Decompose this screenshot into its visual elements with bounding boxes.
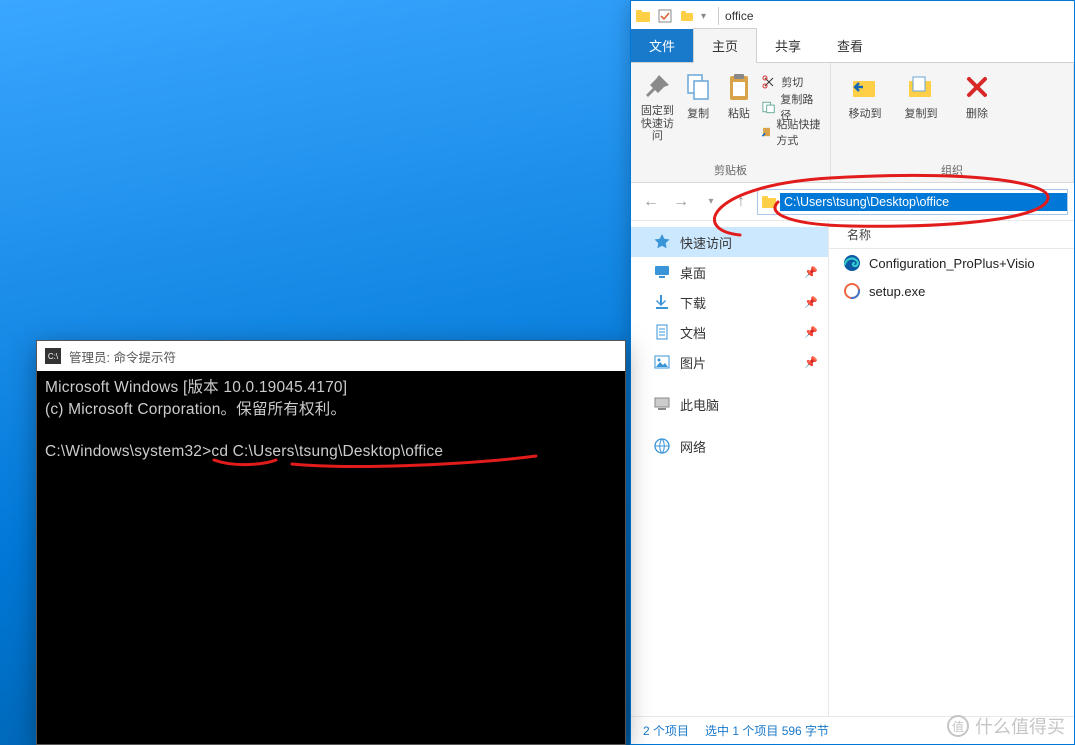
address-text[interactable]: C:\Users\tsung\Desktop\office bbox=[780, 193, 1067, 211]
recent-locations-button[interactable]: ▾ bbox=[697, 189, 725, 215]
copy-button[interactable]: 复制 bbox=[680, 67, 717, 121]
cut-button[interactable]: 剪切 bbox=[761, 71, 822, 93]
copy-to-icon bbox=[905, 71, 937, 103]
cmd-titlebar[interactable]: C:\ 管理员: 命令提示符 bbox=[37, 341, 625, 371]
office-icon bbox=[843, 282, 861, 300]
qat-dropdown-icon[interactable]: ▾ bbox=[701, 11, 706, 22]
cmd-title: 管理员: 命令提示符 bbox=[69, 347, 176, 366]
nav-network[interactable]: 网络 bbox=[631, 431, 828, 461]
pin-icon: 📌 bbox=[804, 356, 818, 369]
copy-path-icon bbox=[761, 99, 776, 115]
ribbon: 固定到 快速访问 复制 粘贴 剪切 复制路径 粘贴快捷方式 剪贴板 bbox=[631, 63, 1074, 183]
watermark-icon: 值 bbox=[947, 715, 969, 737]
network-icon bbox=[653, 437, 671, 455]
file-name: setup.exe bbox=[869, 284, 925, 299]
desktop-icon bbox=[653, 263, 671, 281]
tab-home[interactable]: 主页 bbox=[693, 28, 757, 63]
pc-icon bbox=[653, 395, 671, 413]
explorer-titlebar[interactable]: ▾ office bbox=[631, 1, 1074, 31]
forward-button[interactable]: → bbox=[667, 189, 695, 215]
pin-icon: 📌 bbox=[804, 296, 818, 309]
pin-to-quick-access-button[interactable]: 固定到 快速访问 bbox=[639, 67, 676, 143]
delete-button[interactable]: 删除 bbox=[951, 67, 1003, 121]
clipboard-group-label: 剪贴板 bbox=[639, 160, 822, 180]
folder-icon bbox=[758, 191, 780, 213]
delete-icon bbox=[961, 71, 993, 103]
copy-path-button[interactable]: 复制路径 bbox=[761, 96, 822, 118]
ribbon-tabs: 文件 主页 共享 查看 bbox=[631, 31, 1074, 63]
tab-file[interactable]: 文件 bbox=[631, 29, 693, 62]
nav-downloads[interactable]: 下载📌 bbox=[631, 287, 828, 317]
command-prompt-window: C:\ 管理员: 命令提示符 Microsoft Windows [版本 10.… bbox=[36, 340, 626, 745]
selection-info: 选中 1 个项目 596 字节 bbox=[705, 722, 829, 739]
move-to-button[interactable]: 移动到 bbox=[839, 67, 891, 121]
file-list-pane: 名称 Configuration_ProPlus+Visio setup.exe bbox=[829, 221, 1074, 716]
star-icon bbox=[653, 233, 671, 251]
address-bar[interactable]: C:\Users\tsung\Desktop\office bbox=[757, 189, 1068, 215]
nav-this-pc[interactable]: 此电脑 bbox=[631, 389, 828, 419]
cmd-icon: C:\ bbox=[45, 348, 61, 364]
up-button[interactable]: ↑ bbox=[727, 189, 755, 215]
nav-documents[interactable]: 文档📌 bbox=[631, 317, 828, 347]
pictures-icon bbox=[653, 353, 671, 371]
file-name: Configuration_ProPlus+Visio bbox=[869, 256, 1035, 271]
nav-quick-access[interactable]: 快速访问 bbox=[631, 227, 828, 257]
file-row[interactable]: setup.exe bbox=[829, 277, 1074, 305]
file-explorer-window: ▾ office 文件 主页 共享 查看 固定到 快速访问 复制 粘贴 bbox=[630, 0, 1075, 745]
file-row[interactable]: Configuration_ProPlus+Visio bbox=[829, 249, 1074, 277]
cmd-output[interactable]: Microsoft Windows [版本 10.0.19045.4170] (… bbox=[37, 371, 625, 469]
organize-group-label: 组织 bbox=[839, 160, 1065, 180]
download-icon bbox=[653, 293, 671, 311]
copy-to-button[interactable]: 复制到 bbox=[895, 67, 947, 121]
paste-button[interactable]: 粘贴 bbox=[721, 67, 758, 121]
edge-icon bbox=[843, 254, 861, 272]
folder-icon bbox=[635, 8, 651, 24]
documents-icon bbox=[653, 323, 671, 341]
nav-pictures[interactable]: 图片📌 bbox=[631, 347, 828, 377]
navigation-pane: 快速访问 桌面📌 下载📌 文档📌 图片📌 此电脑 bbox=[631, 221, 829, 716]
pin-icon: 📌 bbox=[804, 266, 818, 279]
tab-view[interactable]: 查看 bbox=[819, 29, 881, 62]
scissors-icon bbox=[761, 74, 777, 90]
window-title: office bbox=[725, 9, 753, 23]
navigation-bar: ← → ▾ ↑ C:\Users\tsung\Desktop\office bbox=[631, 183, 1074, 221]
back-button[interactable]: ← bbox=[637, 189, 665, 215]
item-count: 2 个项目 bbox=[643, 722, 689, 739]
copy-icon bbox=[682, 71, 714, 103]
paste-shortcut-button[interactable]: 粘贴快捷方式 bbox=[761, 121, 822, 143]
pin-icon bbox=[641, 71, 673, 103]
move-to-icon bbox=[849, 71, 881, 103]
tab-share[interactable]: 共享 bbox=[757, 29, 819, 62]
folder-small-icon bbox=[679, 8, 695, 24]
watermark: 值 什么值得买 bbox=[947, 713, 1065, 739]
checkbox-icon[interactable] bbox=[657, 8, 673, 24]
paste-shortcut-icon bbox=[761, 124, 772, 140]
paste-icon bbox=[723, 71, 755, 103]
nav-desktop[interactable]: 桌面📌 bbox=[631, 257, 828, 287]
pin-icon: 📌 bbox=[804, 326, 818, 339]
column-header-name[interactable]: 名称 bbox=[829, 221, 1074, 249]
